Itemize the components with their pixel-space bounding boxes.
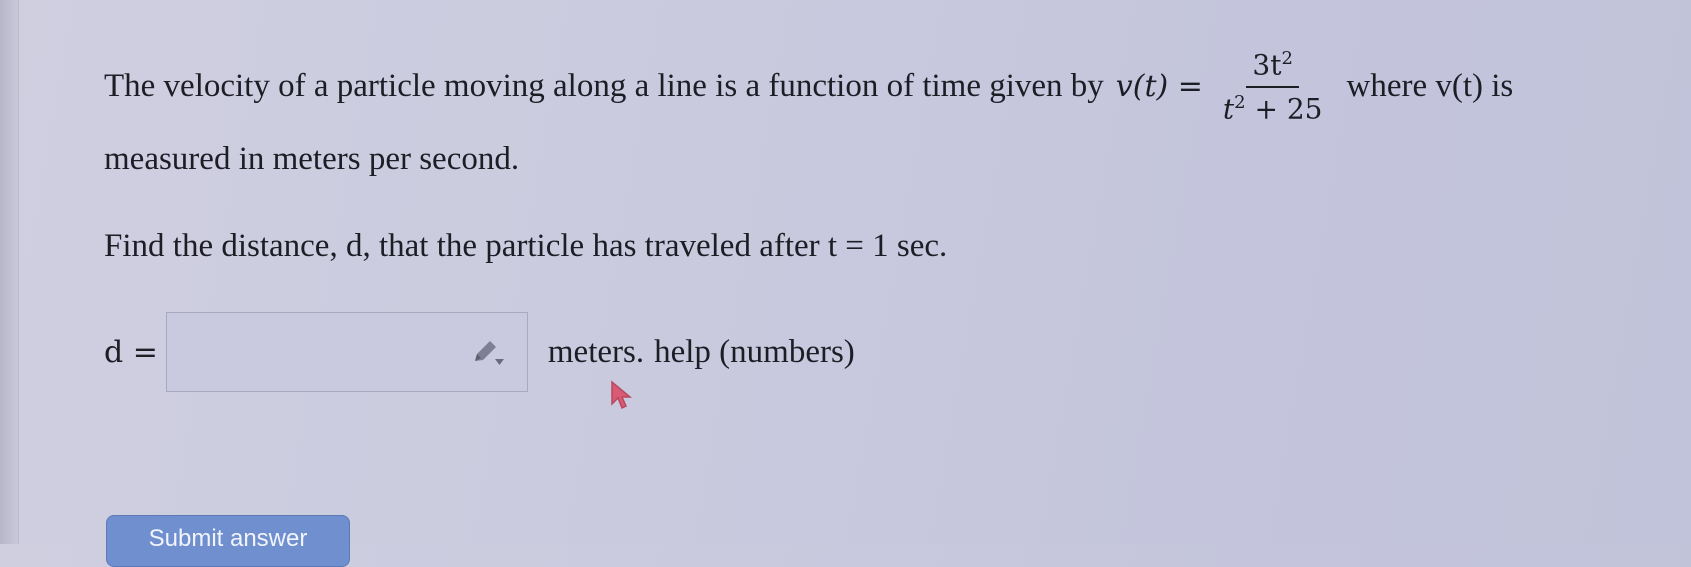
question-text: Find the distance, d, that the particle … [104,228,948,264]
problem-statement: The velocity of a particle moving along … [104,48,1684,179]
answer-label: d = [104,334,158,370]
pencil-dropdown-icon[interactable] [471,339,507,367]
units-text: meters. [547,333,645,370]
denominator-exponent: 2 [1234,91,1246,113]
denominator-rest: + 25 [1245,92,1323,126]
denominator-base: t [1222,92,1235,126]
window-left-edge [0,0,19,544]
velocity-fraction: 3t2 t2 + 25 [1217,48,1329,126]
fraction-denominator: t2 + 25 [1217,88,1329,126]
problem-text-after: where v(t) is [1346,68,1514,105]
mouse-pointer-icon [611,380,633,410]
answer-row: d = meters. help (numbers) [104,312,855,392]
function-name: v(t) = [1115,68,1203,104]
help-numbers-link[interactable]: help (numbers) [654,334,855,371]
problem-line-2: measured in meters per second. [104,140,520,177]
problem-text-before: The velocity of a particle moving along … [104,68,1104,105]
numerator-exponent: 2 [1281,48,1293,69]
fraction-numerator: 3t2 [1246,48,1299,88]
submit-answer-button[interactable]: Submit answer [106,515,350,567]
problem-line-1: The velocity of a particle moving along … [104,48,1684,126]
answer-input-box[interactable] [165,312,528,392]
numerator-base: 3t [1252,48,1282,82]
